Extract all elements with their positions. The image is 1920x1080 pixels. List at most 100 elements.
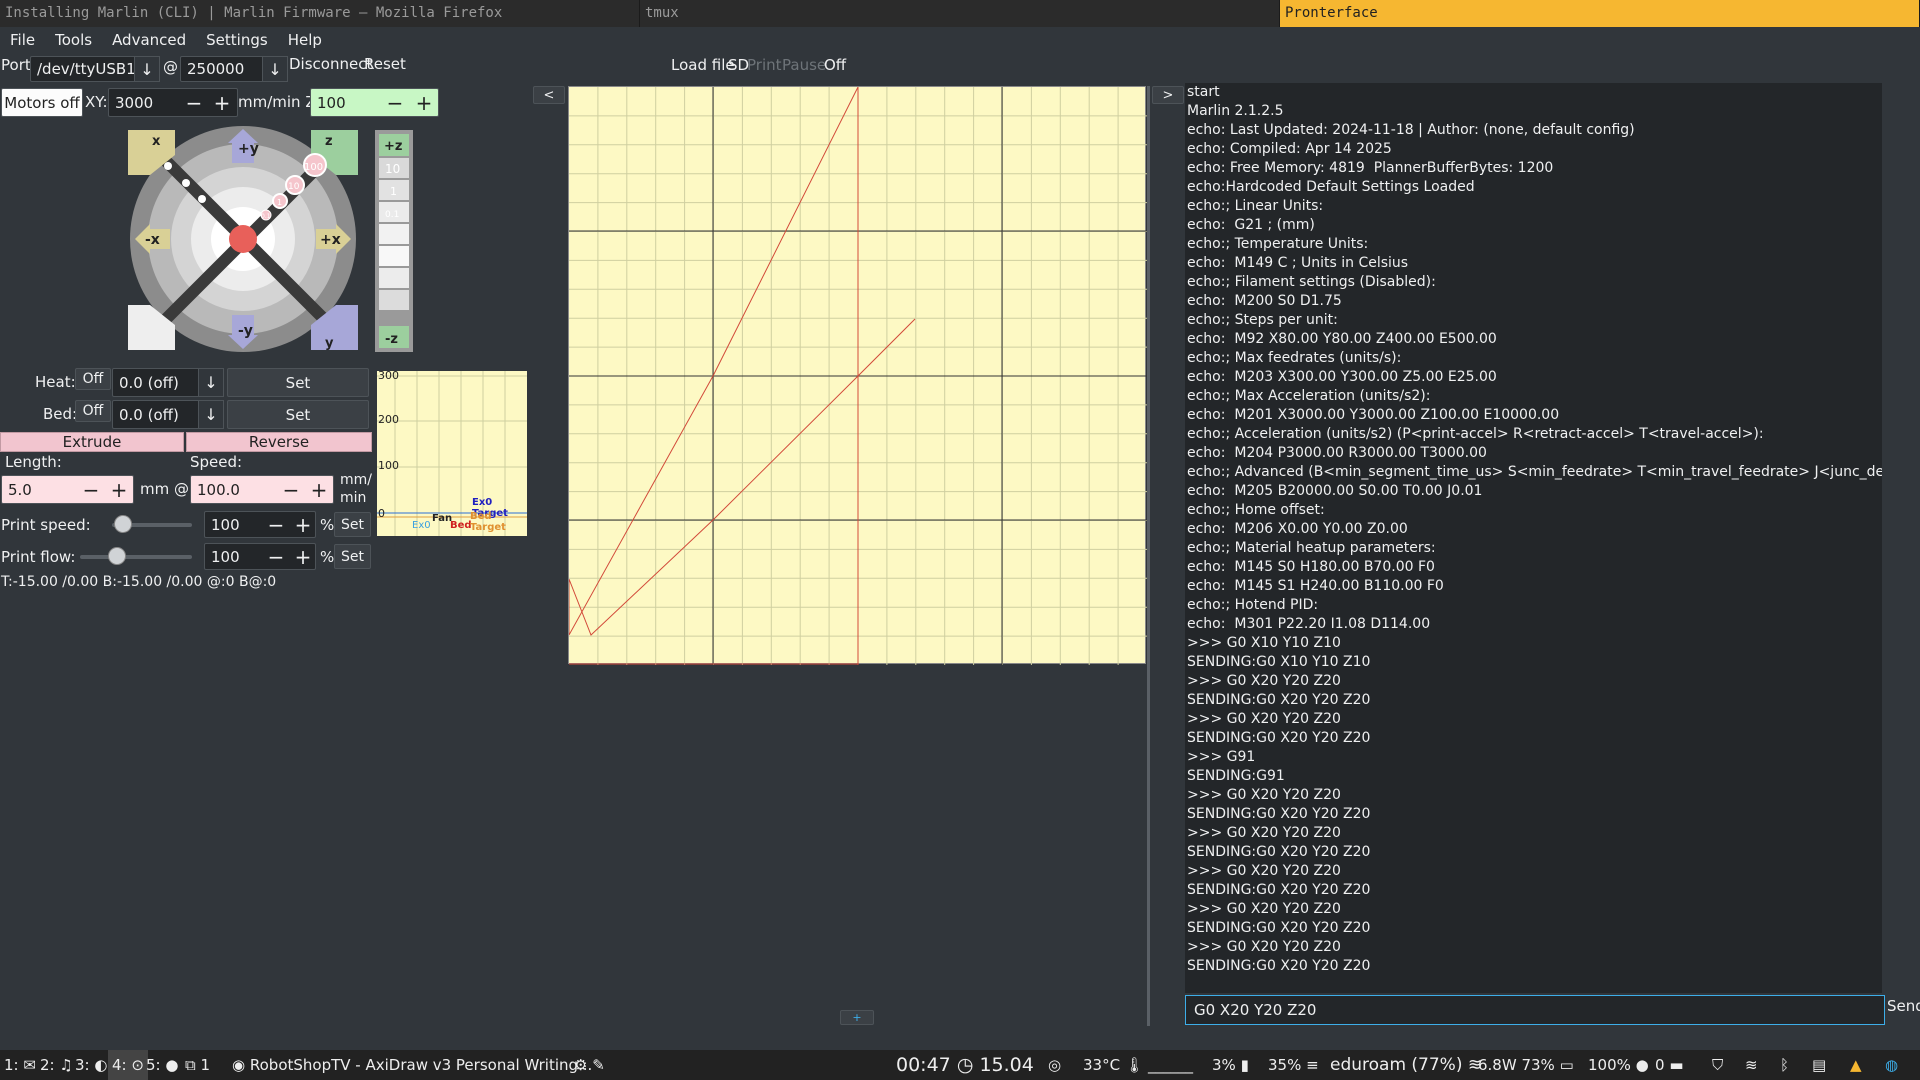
z-minus-icon[interactable]: −	[381, 88, 409, 117]
panel-splitter[interactable]	[1147, 86, 1150, 1026]
off-button[interactable]: Off	[824, 56, 846, 74]
brightness-bar: ______	[1148, 1056, 1193, 1074]
heat-dropdown-arrow-icon[interactable]: ↓	[198, 368, 224, 397]
z-jog-control[interactable]: +z 10 1 0.1 -z	[375, 130, 415, 354]
pronterface-tray-icon[interactable]: ▲	[1850, 1050, 1862, 1080]
jog-plus-z-label[interactable]: +z	[384, 139, 402, 154]
port-dropdown-arrow-icon[interactable]: ↓	[134, 56, 160, 82]
menu-advanced[interactable]: Advanced	[102, 27, 196, 54]
active-window-title[interactable]: ◉ RobotShopTV - AxiDraw v3 Personal Writ…	[232, 1050, 592, 1080]
workspace-4[interactable]: 4: ⊙	[108, 1050, 148, 1080]
console-line: echo:; Home offset:	[1187, 502, 1325, 518]
wifi-status[interactable]: eduroam (77%) ≋	[1330, 1050, 1482, 1080]
xy-plus-icon[interactable]: +	[208, 88, 236, 117]
z-plus-icon[interactable]: +	[410, 88, 438, 117]
brightness[interactable]: 3% ▮	[1212, 1050, 1249, 1080]
heat-set-button[interactable]: Set	[227, 368, 369, 397]
step-100-label[interactable]: 100	[304, 162, 323, 173]
menu-tools[interactable]: Tools	[45, 27, 102, 54]
baud-value: 250000	[187, 60, 245, 78]
load-file-button[interactable]: Load file	[671, 56, 735, 74]
print-speed-minus-icon[interactable]: −	[262, 511, 290, 538]
speed-plus-icon[interactable]: +	[305, 475, 333, 504]
workspace-5[interactable]: 5: ●	[146, 1050, 178, 1080]
prev-layer-button[interactable]: <	[533, 86, 565, 104]
plater-add-button[interactable]: +	[840, 1010, 874, 1025]
notifications[interactable]: 0 ▬	[1655, 1050, 1684, 1080]
tmux-window-title[interactable]: tmux	[640, 0, 1280, 27]
baud-dropdown-arrow-icon[interactable]: ↓	[262, 56, 288, 82]
length-minus-icon[interactable]: −	[77, 475, 105, 504]
command-input[interactable]: G0 X20 Y20 Z20	[1185, 995, 1885, 1025]
print-speed-slider-handle[interactable]	[114, 515, 132, 533]
print-flow-plus-icon[interactable]: +	[289, 543, 317, 570]
step-1-label[interactable]: 1	[277, 198, 282, 207]
z-step-01-label[interactable]: 0.1	[385, 210, 399, 220]
speed-minus-icon[interactable]: −	[277, 475, 305, 504]
network-icon[interactable]: ≋	[1745, 1050, 1758, 1080]
pause-button[interactable]: Pause	[782, 56, 826, 74]
bed-dropdown-arrow-icon[interactable]: ↓	[198, 400, 224, 429]
reverse-button[interactable]: Reverse	[186, 432, 372, 452]
print-button[interactable]: Print	[747, 56, 782, 74]
volume[interactable]: 35% ≡	[1268, 1050, 1319, 1080]
heat-off-button[interactable]: Off	[75, 368, 111, 390]
print-bed-preview[interactable]	[568, 86, 1147, 665]
sd-button[interactable]: SD	[728, 56, 749, 74]
sync-tray-icon[interactable]: ◍	[1885, 1050, 1898, 1080]
print-flow-slider-track[interactable]	[80, 555, 192, 559]
menu-file[interactable]: File	[0, 27, 45, 54]
disconnect-button[interactable]: Disconnect	[289, 55, 372, 73]
workspace-1[interactable]: 1: ✉	[4, 1050, 36, 1080]
shield-icon[interactable]: ⛉	[1712, 1050, 1723, 1080]
workspace-2[interactable]: 2: ♫	[40, 1050, 73, 1080]
jog-minus-z-label[interactable]: -z	[385, 332, 398, 347]
graph-y-300: 300	[378, 369, 399, 382]
length-plus-icon[interactable]: +	[105, 475, 133, 504]
print-speed-plus-icon[interactable]: +	[289, 511, 317, 538]
eye-icon[interactable]: ◎	[1048, 1050, 1061, 1080]
workspace-3[interactable]: 3: ◐	[75, 1050, 107, 1080]
bed-off-button[interactable]: Off	[75, 400, 111, 422]
jog-plus-x-label[interactable]: +x	[320, 232, 341, 248]
send-button[interactable]: Send	[1887, 997, 1920, 1015]
tray-tools-icon[interactable]: ⚙ ✎	[574, 1050, 605, 1080]
extrude-button[interactable]: Extrude	[0, 432, 184, 452]
z-step-1-label[interactable]: 1	[390, 185, 397, 198]
step-01-label[interactable]: 0.1	[261, 213, 271, 220]
home-y-label[interactable]: y	[325, 336, 334, 351]
console-line: SENDING:G0 X20 Y20 Z20	[1187, 958, 1371, 974]
reset-button[interactable]: Reset	[364, 55, 406, 73]
home-x-label[interactable]: x	[152, 134, 161, 149]
window-count: ⧉ 1	[185, 1056, 211, 1074]
chat-icon[interactable]: ▤	[1812, 1050, 1826, 1080]
console-line: SENDING:G0 X20 Y20 Z20	[1187, 920, 1371, 936]
console-line: >>> G0 X20 Y20 Z20	[1187, 711, 1341, 727]
menu-settings[interactable]: Settings	[196, 27, 278, 54]
step-10-label[interactable]: 10	[288, 182, 300, 192]
print-flow-set-button[interactable]: Set	[334, 544, 371, 569]
print-flow-slider-handle[interactable]	[108, 547, 126, 565]
z-step-10-label[interactable]: 10	[385, 162, 400, 176]
pronterface-window-title[interactable]: Pronterface	[1280, 0, 1920, 27]
port-label: Port	[1, 56, 31, 74]
graph-y-200: 200	[378, 413, 399, 426]
bluetooth-icon[interactable]: ᛒ	[1780, 1050, 1789, 1080]
graph-y-0: 0	[378, 507, 385, 520]
zoom-level[interactable]: 100% ●	[1588, 1050, 1649, 1080]
jog-minus-y-label[interactable]: -y	[238, 323, 253, 339]
firefox-window-title[interactable]: Installing Marlin (CLI) | Marlin Firmwar…	[0, 0, 640, 27]
console-line: echo:; Max feedrates (units/s):	[1187, 350, 1402, 366]
bed-set-button[interactable]: Set	[227, 400, 369, 429]
motors-off-button[interactable]: Motors off	[1, 88, 83, 117]
console-line: SENDING:G0 X20 Y20 Z20	[1187, 806, 1371, 822]
jog-plus-y-label[interactable]: +y	[238, 141, 259, 157]
print-flow-percent: %	[320, 548, 335, 566]
menu-help[interactable]: Help	[278, 27, 332, 54]
print-flow-minus-icon[interactable]: −	[262, 543, 290, 570]
jog-minus-x-label[interactable]: -x	[145, 232, 160, 248]
xy-minus-icon[interactable]: −	[180, 88, 208, 117]
next-layer-button[interactable]: >	[1152, 86, 1184, 104]
print-speed-set-button[interactable]: Set	[334, 512, 371, 537]
home-z-label[interactable]: z	[325, 134, 333, 149]
